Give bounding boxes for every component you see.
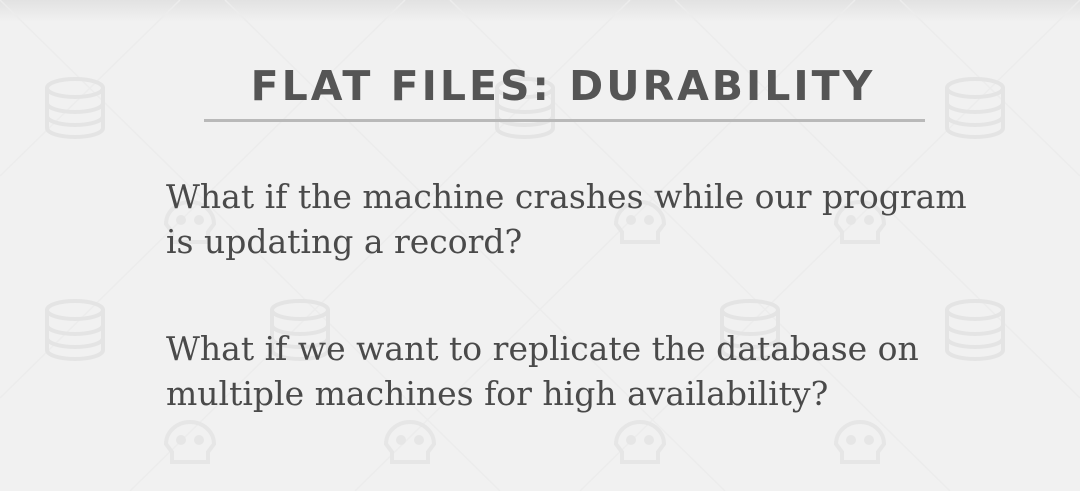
slide-title: FLAT FILES: DURABILITY <box>250 62 876 110</box>
skull-icon <box>614 420 666 464</box>
title-underline <box>204 119 925 122</box>
database-icon <box>45 299 105 361</box>
slide: FLAT FILES: DURABILITY What if the machi… <box>0 0 1080 491</box>
question-replication: What if we want to replicate the databas… <box>166 329 919 413</box>
skull-icon <box>834 420 886 464</box>
skull-icon <box>164 420 216 464</box>
skull-icon <box>384 420 436 464</box>
question-crash: What if the machine crashes while our pr… <box>166 177 967 261</box>
